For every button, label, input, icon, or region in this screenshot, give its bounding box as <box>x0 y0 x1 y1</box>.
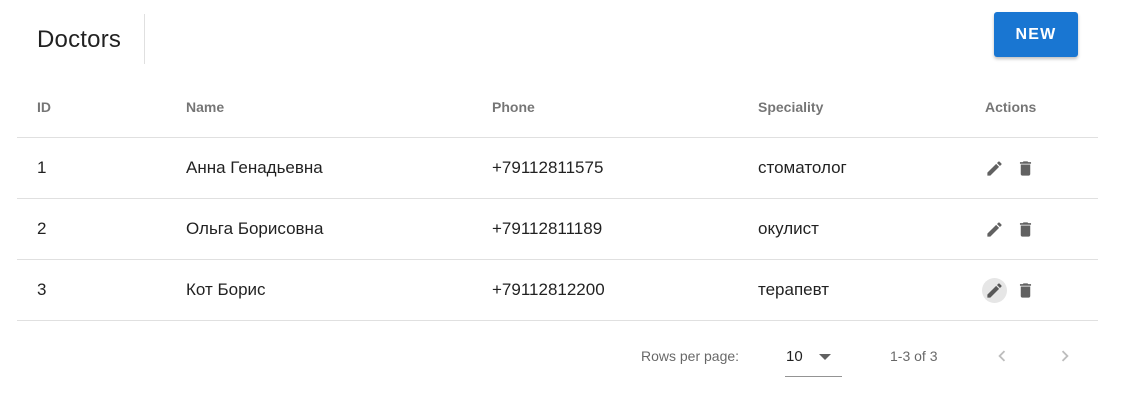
list-toolbar: Doctors NEW <box>17 0 1098 80</box>
row-actions <box>982 156 1098 181</box>
column-header-id[interactable]: ID <box>17 77 186 138</box>
edit-icon[interactable] <box>982 277 1007 303</box>
rows-per-page-value: 10 <box>786 348 803 365</box>
previous-page-button[interactable] <box>990 344 1014 368</box>
chevron-right-icon <box>1061 350 1069 362</box>
cell-phone: +79112811189 <box>492 198 758 260</box>
page-title: Doctors <box>37 26 122 53</box>
cell-actions <box>982 137 1098 199</box>
cell-id: 2 <box>17 198 186 260</box>
cell-phone: +79112811575 <box>492 137 758 199</box>
dropdown-arrow-icon <box>819 354 831 360</box>
column-header-name[interactable]: Name <box>186 77 492 138</box>
next-page-button[interactable] <box>1053 344 1077 368</box>
cell-speciality: стоматолог <box>758 137 985 199</box>
row-actions <box>982 277 1098 303</box>
doctors-page: Doctors NEW ID Name Phone Speciality Act… <box>0 0 1131 408</box>
column-header-actions: Actions <box>985 77 1098 138</box>
doctors-table: ID Name Phone Speciality Actions 1 Анна … <box>17 77 1098 321</box>
cell-id: 3 <box>17 259 186 321</box>
table-row[interactable]: 3 Кот Борис +79112812200 терапевт <box>17 259 1098 321</box>
table-pagination: Rows per page: 10 1-3 of 3 <box>17 330 1098 386</box>
column-header-phone[interactable]: Phone <box>492 77 758 138</box>
cell-name: Кот Борис <box>186 259 492 321</box>
table-header-row: ID Name Phone Speciality Actions <box>17 77 1098 138</box>
rows-per-page-label: Rows per page: <box>641 348 740 364</box>
column-header-speciality[interactable]: Speciality <box>758 77 985 138</box>
new-button[interactable]: NEW <box>994 12 1078 57</box>
cell-speciality: терапевт <box>758 259 985 321</box>
cell-name: Анна Генадьевна <box>186 137 492 199</box>
delete-icon[interactable] <box>1013 278 1038 303</box>
delete-icon[interactable] <box>1013 156 1038 181</box>
cell-speciality: окулист <box>758 198 985 260</box>
cell-phone: +79112812200 <box>492 259 758 321</box>
rows-per-page-select[interactable]: 10 <box>785 340 842 377</box>
page-range-label: 1-3 of 3 <box>890 348 938 364</box>
cell-id: 1 <box>17 137 186 199</box>
chevron-left-icon <box>998 350 1006 362</box>
table-row[interactable]: 2 Ольга Борисовна +79112811189 окулист <box>17 198 1098 260</box>
title-divider <box>144 14 145 64</box>
row-actions <box>982 217 1098 242</box>
cell-actions <box>982 259 1098 321</box>
edit-icon[interactable] <box>982 156 1007 181</box>
delete-icon[interactable] <box>1013 217 1038 242</box>
cell-actions <box>982 198 1098 260</box>
edit-icon[interactable] <box>982 217 1007 242</box>
table-row[interactable]: 1 Анна Генадьевна +79112811575 стоматоло… <box>17 137 1098 199</box>
cell-name: Ольга Борисовна <box>186 198 492 260</box>
